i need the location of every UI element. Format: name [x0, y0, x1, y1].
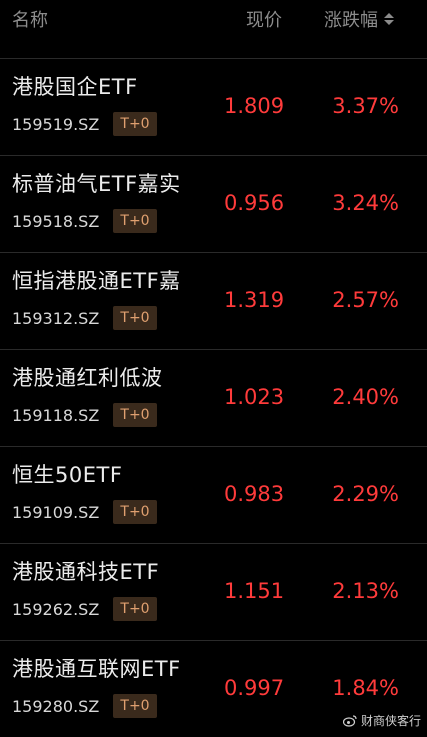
fund-code: 159518.SZ	[12, 212, 100, 231]
current-price: 0.983	[224, 482, 285, 506]
list-item[interactable]: 标普油气ETF嘉实 159518.SZ T+0 0.956 3.24%	[0, 156, 427, 253]
list-item[interactable]: 港股通红利低波 159118.SZ T+0 1.023 2.40%	[0, 350, 427, 447]
watermark: 财商侠客行	[342, 712, 421, 729]
t0-badge: T+0	[113, 500, 157, 524]
t0-badge: T+0	[113, 306, 157, 330]
change-percent: 2.13%	[332, 579, 399, 603]
fund-name: 恒指港股通ETF嘉	[12, 269, 181, 293]
fund-code: 159519.SZ	[12, 115, 100, 134]
t0-badge: T+0	[113, 209, 157, 233]
fund-name: 标普油气ETF嘉实	[12, 172, 181, 196]
fund-code: 159109.SZ	[12, 503, 100, 522]
list-item[interactable]: 港股国企ETF 159519.SZ T+0 1.809 3.37%	[0, 59, 427, 156]
t0-badge: T+0	[113, 112, 157, 136]
watermark-text: 财商侠客行	[360, 714, 421, 728]
current-price: 1.809	[224, 94, 285, 118]
fund-name: 港股通科技ETF	[12, 560, 160, 584]
column-header-change[interactable]: 涨跌幅	[324, 6, 394, 32]
t0-badge: T+0	[113, 597, 157, 621]
fund-code: 159118.SZ	[12, 406, 100, 425]
column-header-name[interactable]: 名称	[12, 6, 48, 32]
fund-name: 港股通互联网ETF	[12, 657, 181, 681]
change-percent: 3.24%	[332, 191, 399, 215]
current-price: 1.151	[224, 579, 285, 603]
fund-name: 恒生50ETF	[12, 463, 123, 487]
fund-code: 159280.SZ	[12, 697, 100, 716]
change-percent: 1.84%	[332, 676, 399, 700]
current-price: 0.997	[224, 676, 285, 700]
change-percent: 2.57%	[332, 288, 399, 312]
current-price: 1.023	[224, 385, 285, 409]
t0-badge: T+0	[113, 694, 157, 718]
column-header-change-label: 涨跌幅	[324, 10, 378, 31]
list-item[interactable]: 港股通科技ETF 159262.SZ T+0 1.151 2.13%	[0, 544, 427, 641]
column-header-price[interactable]: 现价	[246, 6, 282, 32]
fund-name: 港股国企ETF	[12, 75, 138, 99]
current-price: 1.319	[224, 288, 285, 312]
change-percent: 2.29%	[332, 482, 399, 506]
list-item[interactable]: 恒指港股通ETF嘉 159312.SZ T+0 1.319 2.57%	[0, 253, 427, 350]
sort-icon[interactable]	[384, 13, 394, 25]
change-percent: 2.40%	[332, 385, 399, 409]
current-price: 0.956	[224, 191, 285, 215]
fund-name: 港股通红利低波	[12, 366, 163, 390]
fund-code: 159262.SZ	[12, 600, 100, 619]
t0-badge: T+0	[113, 403, 157, 427]
fund-code: 159312.SZ	[12, 309, 100, 328]
list-header: 名称 现价 涨跌幅	[0, 0, 427, 59]
change-percent: 3.37%	[332, 94, 399, 118]
weibo-icon	[342, 714, 357, 727]
list-item[interactable]: 恒生50ETF 159109.SZ T+0 0.983 2.29%	[0, 447, 427, 544]
